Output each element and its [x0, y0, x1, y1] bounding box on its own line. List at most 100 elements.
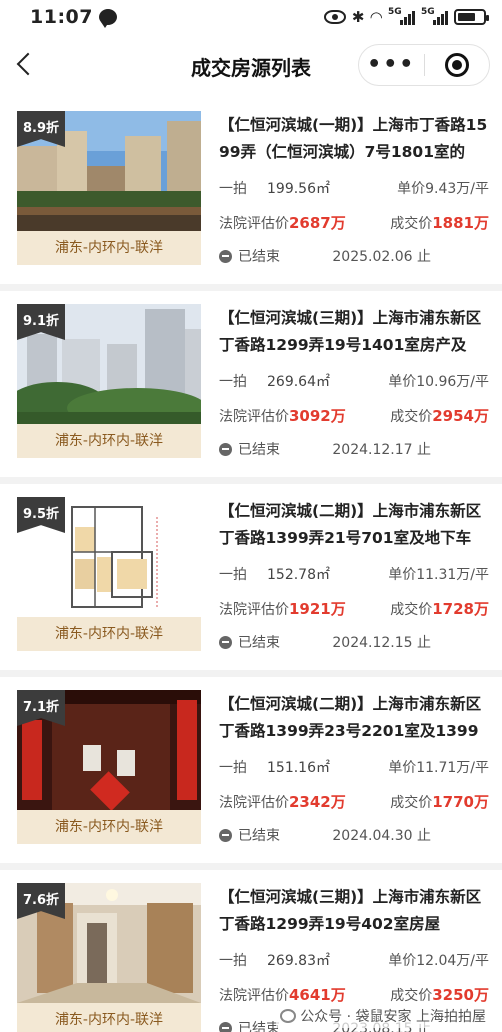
appraisal-value: 3092万 [289, 407, 346, 425]
status-badge: 已结束 [219, 246, 280, 266]
auction-type: 一拍 [219, 181, 247, 197]
floor-area: 152.78㎡ [267, 567, 330, 583]
bluetooth-icon: ✱ [351, 8, 365, 26]
listing-status-row: 已结束 2024.04.30 止 [219, 825, 489, 845]
listing-specs: 一拍 199.56㎡ 单价9.43万/平 [219, 178, 489, 198]
unit-price: 单价9.43万/平 [397, 181, 489, 197]
status-badge: 已结束 [219, 825, 280, 845]
ended-icon [219, 635, 232, 649]
page-title: 成交房源列表 [191, 55, 311, 80]
area-tag: 浦东-内环内-联洋 [17, 1003, 201, 1032]
auction-type: 一拍 [219, 953, 247, 969]
status-bar: 11:07 ✱ ◠ 5G 5G [0, 0, 502, 34]
deal-label: 成交价 [390, 409, 433, 425]
appraisal-value: 1921万 [289, 600, 346, 618]
end-date: 2025.02.06 止 [332, 249, 431, 265]
listing-title: 【仁恒河滨城(二期)】上海市浦东新区丁香路1399弄21号701室及地下车库..… [219, 502, 482, 547]
ended-icon [219, 442, 232, 456]
status-icons: ✱ ◠ 5G 5G [323, 7, 489, 26]
listing-specs: 一拍 152.78㎡ 单价11.31万/平 [219, 564, 489, 584]
area-tag: 浦东-内环内-联洋 [17, 810, 201, 844]
deal-label: 成交价 [390, 216, 433, 232]
nav-bar: 成交房源列表 ••• [0, 34, 502, 98]
area-tag: 浦东-内环内-联洋 [17, 231, 201, 265]
floor-area: 199.56㎡ [267, 181, 330, 197]
area-tag: 浦东-内环内-联洋 [17, 617, 201, 651]
end-date: 2024.12.15 止 [332, 635, 431, 651]
appraisal-price: 法院评估价1921万 [219, 598, 346, 619]
deal-label: 成交价 [390, 795, 433, 811]
deal-label: 成交价 [390, 602, 433, 618]
appraisal-label: 法院评估价 [219, 988, 289, 1004]
listing-prices: 法院评估价2687万 成交价1881万 [219, 212, 489, 233]
listing-card[interactable]: 9.1折 浦东-内环内-联洋 【仁恒河滨城(三期)】上海市浦东新区丁香路1299… [0, 291, 502, 477]
back-icon[interactable] [16, 52, 40, 76]
listing-specs: 一拍 269.64㎡ 单价10.96万/平 [219, 371, 489, 391]
deal-price: 成交价1728万 [390, 598, 489, 619]
listing-status-row: 已结束 2024.12.15 止 [219, 632, 489, 652]
ended-icon [219, 249, 232, 263]
appraisal-price: 法院评估价2342万 [219, 791, 346, 812]
end-date: 2024.04.30 止 [332, 828, 431, 844]
status-time: 11:07 [30, 6, 93, 28]
close-mini-program-button[interactable] [425, 53, 490, 77]
deal-value: 1770万 [432, 793, 489, 811]
status-text: 已结束 [238, 249, 280, 265]
listing-status-row: 已结束 2025.02.06 止 [219, 246, 489, 266]
appraisal-value: 2687万 [289, 214, 346, 232]
deal-label: 成交价 [390, 988, 433, 1004]
floor-area: 269.83㎡ [267, 953, 330, 969]
appraisal-label: 法院评估价 [219, 795, 289, 811]
listing-title: 【仁恒河滨城(三期)】上海市浦东新区丁香路1299弄19号402室房屋 [219, 888, 482, 933]
appraisal-price: 法院评估价4641万 [219, 984, 346, 1005]
network-label: 5G [388, 7, 402, 17]
listing-card[interactable]: 7.1折 浦东-内环内-联洋 【仁恒河滨城(二期)】上海市浦东新区丁香路1399… [0, 677, 502, 863]
status-text: 已结束 [238, 1021, 280, 1032]
listing-prices: 法院评估价4641万 成交价3250万 [219, 984, 489, 1005]
watermark-text: 公众号 · 袋鼠安家 上海拍拍屋 [300, 1009, 486, 1025]
deal-value: 1728万 [432, 600, 489, 618]
deal-value: 1881万 [432, 214, 489, 232]
watermark: 公众号 · 袋鼠安家 上海拍拍屋 [276, 1004, 490, 1028]
status-badge: 已结束 [219, 439, 280, 459]
deal-price: 成交价1881万 [390, 212, 489, 233]
listing-list: 8.9折 浦东-内环内-联洋 【仁恒河滨城(一期)】上海市丁香路1599弄（仁恒… [0, 98, 502, 1032]
more-button[interactable]: ••• [359, 54, 424, 76]
appraisal-price: 法院评估价2687万 [219, 212, 346, 233]
unit-price: 单价11.71万/平 [388, 760, 489, 776]
ended-icon [219, 828, 232, 842]
listing-card[interactable]: 9.5折 浦东-内环内-联洋 【仁恒河滨城(二期)】上海市浦东新区丁香路1399… [0, 484, 502, 670]
deal-price: 成交价3250万 [390, 984, 489, 1005]
listing-prices: 法院评估价1921万 成交价1728万 [219, 598, 489, 619]
unit-price: 单价11.31万/平 [388, 567, 489, 583]
listing-title: 【仁恒河滨城(一期)】上海市丁香路1599弄（仁恒河滨城）7号1801室的不..… [219, 116, 488, 161]
listing-title: 【仁恒河滨城(三期)】上海市浦东新区丁香路1299弄19号1401室房产及地..… [219, 309, 482, 354]
listing-specs: 一拍 151.16㎡ 单价11.71万/平 [219, 757, 489, 777]
auction-type: 一拍 [219, 760, 247, 776]
floor-area: 151.16㎡ [267, 760, 330, 776]
status-text: 已结束 [238, 442, 280, 458]
listing-prices: 法院评估价2342万 成交价1770万 [219, 791, 489, 812]
appraisal-label: 法院评估价 [219, 216, 289, 232]
listing-card[interactable]: 8.9折 浦东-内环内-联洋 【仁恒河滨城(一期)】上海市丁香路1599弄（仁恒… [0, 98, 502, 284]
appraisal-value: 2342万 [289, 793, 346, 811]
status-badge: 已结束 [219, 632, 280, 652]
battery-level [458, 13, 475, 21]
status-text: 已结束 [238, 828, 280, 844]
target-icon [444, 53, 469, 77]
deal-price: 成交价2954万 [390, 405, 489, 426]
listing-title: 【仁恒河滨城(二期)】上海市浦东新区丁香路1399弄23号2201室及1399弄… [219, 695, 482, 740]
wechat-icon [280, 1009, 297, 1023]
auction-type: 一拍 [219, 374, 247, 390]
deal-value: 3250万 [432, 986, 489, 1004]
listing-specs: 一拍 269.83㎡ 单价12.04万/平 [219, 950, 489, 970]
status-text: 已结束 [238, 635, 280, 651]
signal-icon-2: 5G [421, 7, 448, 25]
ended-icon [219, 1021, 232, 1032]
wifi-icon: ◠ [370, 8, 382, 26]
appraisal-value: 4641万 [289, 986, 346, 1004]
unit-price: 单价12.04万/平 [388, 953, 489, 969]
network-label-2: 5G [421, 7, 435, 17]
appraisal-label: 法院评估价 [219, 409, 289, 425]
status-badge: 已结束 [219, 1018, 280, 1032]
